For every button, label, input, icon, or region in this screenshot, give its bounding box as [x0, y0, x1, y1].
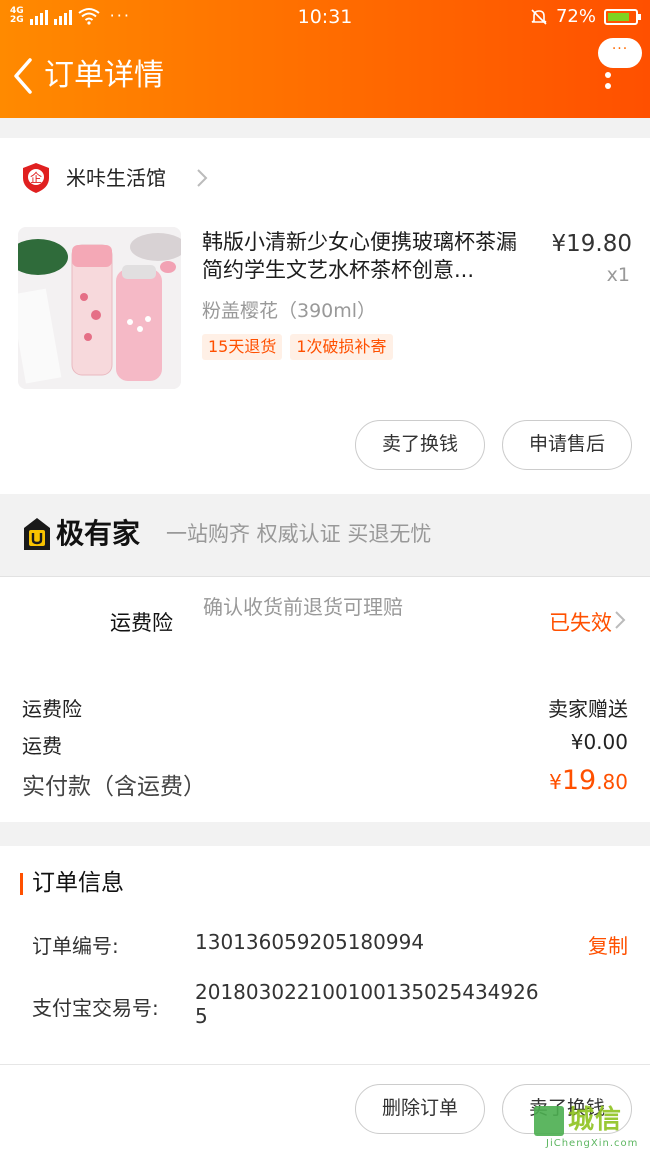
total-paid-label: 实付款（含运费） — [22, 774, 206, 800]
shop-name: 米咔生活馆 — [66, 166, 166, 190]
product-price: ¥19.80 — [551, 231, 632, 257]
chevron-right-icon — [197, 169, 208, 187]
total-decimal: .80 — [596, 770, 628, 794]
nav-bar: 订单详情 ··· — [0, 38, 650, 114]
watermark-logo: 城信 JiChengXin.com — [532, 1104, 650, 1155]
watermark-box-icon — [534, 1106, 564, 1136]
order-number-value: 130136059205180994 — [195, 930, 425, 954]
battery-icon — [604, 8, 641, 25]
order-item-card: 企 米咔生活馆 韩版小清新少女心便携玻璃杯茶漏简约学生文艺水杯茶杯创意... ¥… — [0, 138, 650, 494]
insurance-description: 确认收货前退货可理赔 — [203, 595, 403, 619]
bell-muted-icon — [531, 8, 547, 25]
sell-for-cash-button[interactable]: 卖了换钱 — [355, 420, 485, 470]
more-vertical-icon[interactable] — [604, 70, 612, 96]
fee-insurance-value: 卖家赠送 — [548, 697, 628, 721]
promo-brand: 极有家 — [56, 517, 141, 550]
product-quantity: x1 — [606, 264, 630, 286]
delete-order-button[interactable]: 删除订单 — [355, 1084, 485, 1134]
alipay-number-label: 支付宝交易号: — [32, 996, 159, 1020]
watermark-text: 城信 — [568, 1105, 623, 1135]
enterprise-shield-icon: 企 — [23, 163, 49, 193]
fee-insurance-row: 运费险 卖家赠送 — [22, 693, 628, 722]
fee-shipping-label: 运费 — [22, 734, 62, 758]
header: 4G 2G ··· 10:31 72% 订单详情 ··· — [0, 0, 650, 118]
fee-shipping-row: 运费 ¥0.00 — [22, 730, 628, 759]
shop-badge-text: 企 — [30, 170, 42, 185]
product-sku: 粉盖樱花（390ml） — [202, 300, 377, 322]
copy-button[interactable]: 复制 — [588, 930, 628, 959]
product-image[interactable] — [18, 227, 181, 389]
tag-return: 15天退货 — [202, 334, 283, 360]
product-title[interactable]: 韩版小清新少女心便携玻璃杯茶漏简约学生文艺水杯茶杯创意... — [202, 228, 534, 284]
promo-slogan: 一站购齐 权威认证 买退无忧 — [166, 522, 432, 546]
fee-insurance-label: 运费险 — [22, 697, 82, 721]
section-accent-bar — [20, 873, 23, 895]
more-bubble[interactable]: ··· — [598, 38, 642, 68]
after-sales-button[interactable]: 申请售后 — [502, 420, 632, 470]
service-tags: 15天退货 1次破损补寄 — [202, 334, 393, 360]
house-logo-icon — [24, 518, 50, 550]
shop-row[interactable]: 企 米咔生活馆 — [0, 138, 650, 218]
section-title: 订单信息 — [32, 870, 124, 896]
tag-damage: 1次破损补寄 — [290, 334, 393, 360]
insurance-status[interactable]: 已失效 — [549, 607, 612, 637]
order-info-card: 订单信息 订单编号: 130136059205180994 复制 支付宝交易号:… — [0, 846, 650, 1064]
chevron-right-icon[interactable] — [614, 610, 626, 630]
watermark-subtext: JiChengXin.com — [546, 1138, 639, 1149]
back-arrow-icon[interactable] — [10, 56, 36, 96]
payment-card: 运费险 确认收货前退货可理赔 已失效 运费险 卖家赠送 运费 ¥0.00 实付款… — [0, 576, 650, 822]
fee-shipping-value: ¥0.00 — [570, 730, 628, 754]
order-number-label: 订单编号: — [32, 934, 119, 958]
total-paid-row: 实付款（含运费） ¥19.80 — [22, 765, 628, 801]
promo-banner[interactable]: 极有家 一站购齐 权威认证 买退无忧 — [0, 494, 650, 576]
insurance-label: 运费险 — [110, 611, 173, 635]
status-bar: 4G 2G ··· 10:31 72% — [0, 0, 650, 36]
total-currency: ¥ — [549, 770, 562, 794]
status-right: 72% — [530, 6, 641, 27]
total-integer: 19 — [561, 765, 597, 796]
product-photo-icon — [18, 227, 181, 389]
total-paid-value: ¥19.80 — [549, 765, 628, 796]
page-title: 订单详情 — [44, 58, 164, 93]
battery-percent: 72% — [555, 6, 596, 27]
alipay-number-value: 2018030221001001350254349265 — [195, 980, 539, 1028]
